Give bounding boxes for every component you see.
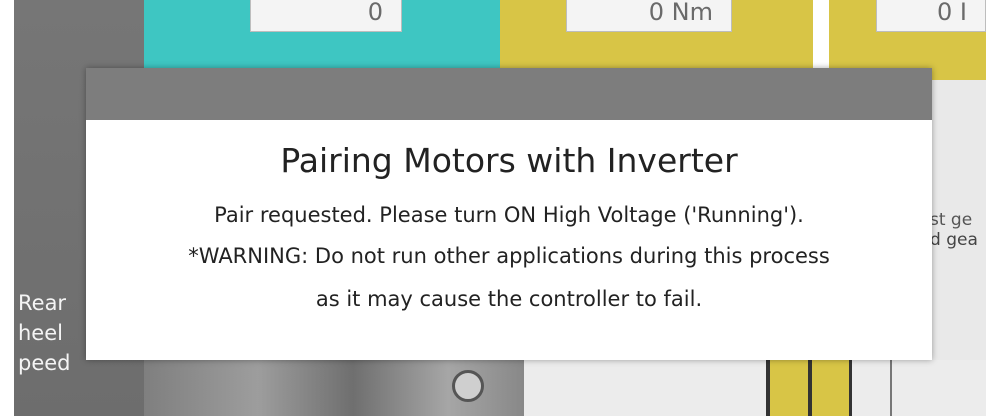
pairing-dialog: Pairing Motors with Inverter Pair reques…: [86, 68, 932, 360]
value-field-c-text: 0 I: [937, 0, 967, 26]
bolt-icon: [452, 370, 484, 402]
dialog-message: Pair requested. Please turn ON High Volt…: [214, 203, 804, 227]
dialog-warning-line-2: as it may cause the controller to fail.: [315, 287, 703, 311]
divider-line: [890, 360, 892, 416]
torque-value-text: 0 Nm: [648, 0, 713, 26]
left-label-line-3: peed: [18, 351, 71, 375]
right-text-line-2: d gea: [930, 230, 978, 250]
torque-value-field[interactable]: 0 Nm: [566, 0, 732, 32]
value-field-a[interactable]: 0: [250, 0, 402, 32]
value-field-a-text: 0: [367, 0, 383, 26]
dialog-body: Pairing Motors with Inverter Pair reques…: [86, 120, 932, 360]
left-label-line-2: heel: [18, 321, 63, 345]
dialog-header: [86, 68, 932, 120]
yellow-bar-left: [766, 360, 812, 416]
value-field-c[interactable]: 0 I: [876, 0, 986, 32]
dialog-warning-line-1: *WARNING: Do not run other applications …: [188, 244, 830, 268]
yellow-bar-right: [812, 360, 852, 416]
right-text-line-1: st ge: [930, 210, 973, 230]
left-edge-strip: [0, 0, 14, 416]
rear-wheel-speed-label: Rear heel peed: [14, 288, 71, 378]
left-label-line-1: Rear: [18, 291, 67, 315]
motor-diagram-image: [144, 360, 524, 416]
right-panel-text: st ge d gea: [930, 210, 978, 250]
dialog-title: Pairing Motors with Inverter: [280, 141, 738, 180]
